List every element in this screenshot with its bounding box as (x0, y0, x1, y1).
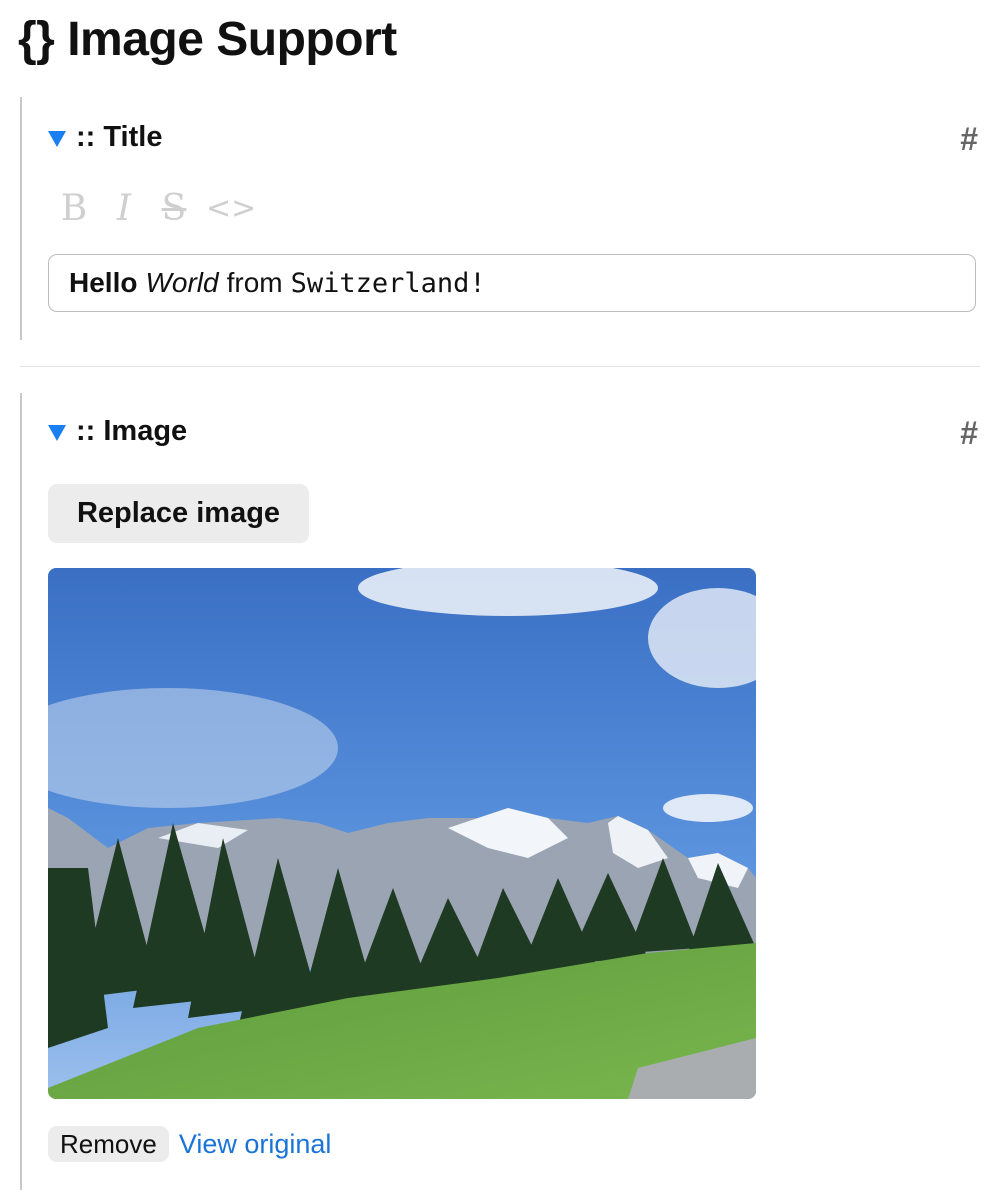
anchor-hash-icon[interactable]: # (960, 121, 978, 158)
italic-button[interactable]: I (106, 189, 142, 229)
page-title: {} Image Support (18, 13, 397, 66)
title-input[interactable]: Hello World from Switzerland! (48, 254, 976, 312)
collapse-triangle-icon[interactable] (48, 424, 66, 441)
braces-icon: {} (18, 13, 55, 66)
bold-text: Hello (69, 267, 138, 298)
landscape-photo (48, 568, 756, 1099)
plain-text: from (226, 267, 283, 298)
strikethrough-button[interactable]: S (156, 189, 192, 229)
title-field-section: :: Title # B I S <> Hello World from Swi… (20, 97, 982, 340)
image-field-header[interactable]: :: Image (48, 415, 187, 448)
italic-text: World (145, 267, 219, 298)
section-divider (20, 366, 980, 367)
code-text: Switzerland! (290, 267, 486, 299)
remove-image-button[interactable]: Remove (48, 1126, 169, 1162)
image-actions: Remove View original (48, 1126, 331, 1162)
bold-button[interactable]: B (56, 189, 92, 229)
code-button[interactable]: <> (206, 189, 256, 229)
formatting-toolbar: B I S <> (56, 189, 257, 229)
title-field-header[interactable]: :: Title (48, 121, 162, 154)
image-field-section: :: Image # Replace image Remove View ori… (20, 393, 982, 1190)
field-label: :: Title (76, 121, 163, 153)
replace-image-button[interactable]: Replace image (48, 484, 309, 543)
collapse-triangle-icon[interactable] (48, 130, 66, 147)
field-label: :: Image (76, 415, 188, 447)
view-original-link[interactable]: View original (179, 1129, 332, 1160)
anchor-hash-icon[interactable]: # (960, 415, 978, 452)
uploaded-image (48, 568, 756, 1099)
